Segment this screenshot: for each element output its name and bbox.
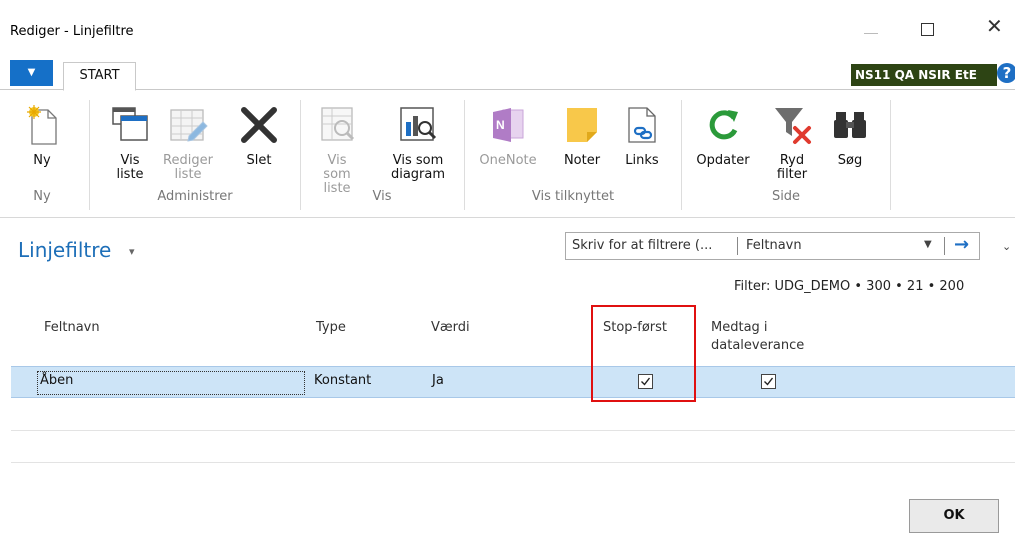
notes-label: Noter <box>563 153 601 168</box>
refresh-icon <box>709 110 738 140</box>
binoculars-icon <box>834 112 866 138</box>
cell-type[interactable]: Konstant <box>314 373 371 388</box>
view-as-list-label: Vis som liste <box>323 153 351 196</box>
group-label-related: Vis tilknyttet <box>531 189 615 204</box>
page-title-dropdown-icon[interactable]: ▾ <box>129 245 135 258</box>
title-bar: Rediger - Linjefiltre ✕ <box>0 0 1015 60</box>
clear-filter-label: Ryd filter <box>776 153 808 182</box>
filter-summary: Filter: UDG_DEMO • 300 • 21 • 200 <box>734 279 965 294</box>
empty-row-divider <box>11 430 1015 431</box>
help-icon[interactable]: ? <box>997 63 1015 83</box>
onenote-label: OneNote <box>479 153 537 168</box>
maximize-button[interactable] <box>921 23 934 36</box>
clear-filter-icon <box>775 108 811 144</box>
close-button[interactable]: ✕ <box>986 16 1003 36</box>
refresh-label: Opdater <box>696 153 750 168</box>
cell-focus-outline <box>37 371 305 395</box>
filter-input[interactable]: Skriv for at filtrere (... <box>572 238 712 253</box>
page-title: Linjefiltre <box>18 238 112 262</box>
links-label: Links <box>625 153 659 168</box>
onenote-icon: N <box>493 108 524 142</box>
row-selector[interactable] <box>11 367 37 397</box>
delete-button[interactable]: Slet <box>238 104 280 168</box>
filter-box[interactable]: Skriv for at filtrere (... Feltnavn ▼ → <box>565 232 980 260</box>
ribbon-separator <box>890 100 891 210</box>
group-label-page: Side <box>771 189 801 204</box>
company-badge: NS11 QA NSIR EtE <box>851 64 997 86</box>
medtag-checkbox[interactable] <box>761 374 776 389</box>
column-header-medtag-line1: Medtag i <box>711 320 768 335</box>
view-list-icon <box>112 107 148 141</box>
search-button[interactable]: Søg <box>830 104 870 168</box>
links-button[interactable]: Links <box>620 104 664 168</box>
tab-start[interactable]: START <box>63 62 136 91</box>
view-as-chart-icon <box>400 107 437 141</box>
delete-label: Slet <box>246 153 272 168</box>
new-document-icon <box>27 105 57 145</box>
filter-field-select[interactable]: Feltnavn <box>746 238 802 253</box>
file-menu-button[interactable]: ▼ <box>10 60 53 86</box>
sticky-note-icon <box>567 108 597 142</box>
new-button[interactable]: Ny <box>22 104 62 168</box>
view-list-button[interactable]: Vis liste <box>105 104 155 182</box>
notes-button[interactable]: Noter <box>558 104 606 168</box>
column-header-medtag[interactable]: Medtag i dataleverance <box>711 319 804 355</box>
search-label: Søg <box>837 153 863 168</box>
view-as-chart-label: Vis som diagram <box>390 153 446 182</box>
edit-list-label: Rediger liste <box>163 153 213 182</box>
view-as-list-button[interactable]: Vis som liste <box>312 104 362 196</box>
edit-list-button[interactable]: Rediger liste <box>160 104 216 182</box>
svg-text:N: N <box>496 118 505 132</box>
view-list-label: Vis liste <box>116 153 144 182</box>
column-header-vaerdi[interactable]: Værdi <box>431 319 470 337</box>
ribbon-separator <box>300 100 301 210</box>
new-button-label: Ny <box>33 153 51 168</box>
cell-vaerdi[interactable]: Ja <box>432 373 444 388</box>
filter-divider <box>944 237 945 255</box>
delete-x-icon <box>241 107 277 143</box>
filter-divider <box>737 237 738 255</box>
empty-row-divider <box>11 462 1015 463</box>
clear-filter-button[interactable]: Ryd filter <box>771 104 813 182</box>
chevron-down-icon[interactable]: ▼ <box>924 239 932 250</box>
ok-button[interactable]: OK <box>909 499 999 533</box>
ribbon-separator <box>89 100 90 210</box>
column-header-medtag-line2: dataleverance <box>711 338 805 353</box>
checkmark-icon <box>764 377 774 386</box>
window-title: Rediger - Linjefiltre <box>10 24 134 39</box>
ribbon-separator <box>681 100 682 210</box>
column-header-feltnavn[interactable]: Feltnavn <box>44 319 100 337</box>
minimize-button[interactable] <box>864 18 878 34</box>
annotation-highlight-box <box>591 305 696 402</box>
edit-list-icon <box>170 109 208 142</box>
onenote-button[interactable]: N OneNote <box>478 104 538 168</box>
ribbon-separator <box>464 100 465 210</box>
view-as-chart-button[interactable]: Vis som diagram <box>385 104 451 182</box>
group-label-view: Vis <box>372 189 392 204</box>
group-label-manage: Administrer <box>157 189 233 204</box>
arrow-right-icon[interactable]: → <box>954 234 969 255</box>
link-document-icon <box>628 107 656 143</box>
refresh-button[interactable]: Opdater <box>694 104 752 168</box>
cell-feltnavn[interactable]: Åben <box>40 373 73 388</box>
group-label-new: Ny <box>33 189 51 204</box>
expand-filter-icon[interactable]: ⌄ <box>1002 240 1011 253</box>
column-header-type[interactable]: Type <box>316 319 346 337</box>
view-as-list-icon <box>321 107 355 141</box>
